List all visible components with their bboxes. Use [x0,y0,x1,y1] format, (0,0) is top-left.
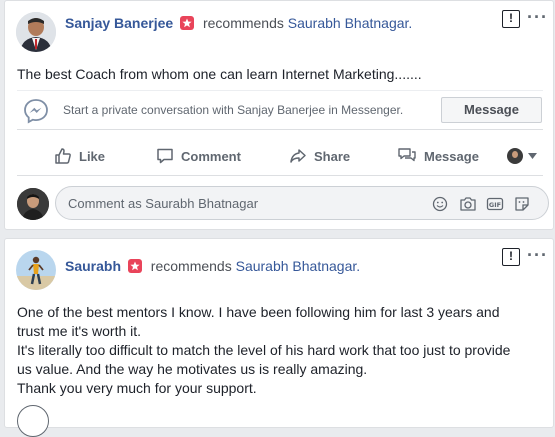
message-button[interactable]: Message [441,97,542,123]
post-text: The best Coach from whom one can learn I… [17,66,422,82]
post-text-line: It's literally too difficult to match th… [17,342,511,358]
share-label: Share [314,148,351,164]
camera-icon[interactable] [459,196,477,217]
messenger-row: Start a private conversation with Sanjay… [17,90,543,130]
chevron-down-icon [528,153,537,159]
comment-label: Comment [181,148,241,164]
report-icon[interactable]: ! [502,248,520,266]
gif-icon[interactable]: GIF [486,196,504,217]
target-page-link[interactable]: Saurabh Bhatnagar. [236,258,361,274]
comment-input[interactable]: Comment as Saurabh Bhatnagar GIF [55,186,549,220]
recommendation-card-2: Saurabh recommends Saurabh Bhatnagar. ! … [4,238,554,437]
svg-text:GIF: GIF [489,201,501,209]
messenger-icon [23,98,49,129]
message-label: Message [424,148,479,164]
more-options-icon[interactable]: ··· [527,7,548,28]
sticker-icon[interactable] [514,196,530,217]
like-label: Like [79,148,106,164]
comment-placeholder: Comment as Saurabh Bhatnagar [68,196,259,211]
like-icon [55,148,71,164]
like-button[interactable]: Like [54,140,105,172]
post-header: Saurabh recommends Saurabh Bhatnagar. [65,257,360,275]
recommend-star-icon [180,16,195,30]
recommendation-card-1: Sanjay Banerjee recommends Saurabh Bhatn… [4,0,554,230]
recommend-star-icon [127,259,142,273]
comment-composer: Comment as Saurabh Bhatnagar GIF [17,186,549,222]
author-name[interactable]: Sanjay Banerjee [65,15,173,31]
post-text-line: trust me it's worth it. [17,323,142,339]
commenter-avatar [17,188,49,220]
author-avatar[interactable] [16,12,56,52]
action-bar: Like Comment Share Message [17,140,543,176]
post-text-line: One of the best mentors I know. I have b… [17,304,500,320]
post-text-line: us value. And the way he motivates us is… [17,361,368,377]
target-page-link[interactable]: Saurabh Bhatnagar. [288,15,413,31]
message-icon [398,148,416,162]
action-text: recommends [150,258,232,274]
comment-button[interactable]: Comment [156,140,241,172]
share-button[interactable]: Share [289,140,350,172]
commenter-avatar-partial [17,405,49,437]
message-action-button[interactable]: Message [397,140,479,172]
post-text-line: Thank you very much for your support. [17,380,257,396]
share-icon [290,149,306,163]
emoji-icon[interactable] [432,196,448,217]
author-name[interactable]: Saurabh [65,258,121,274]
more-options-icon[interactable]: ··· [527,245,548,266]
selector-avatar [507,148,523,164]
post-header: Sanjay Banerjee recommends Saurabh Bhatn… [65,14,412,32]
comment-icon [157,148,173,164]
messenger-prompt[interactable]: Start a private conversation with Sanjay… [63,103,403,117]
post-as-selector[interactable] [507,140,544,172]
post-text: One of the best mentors I know. I have b… [17,303,510,398]
report-icon[interactable]: ! [502,10,520,28]
action-text: recommends [202,15,284,31]
author-avatar[interactable] [16,250,56,290]
